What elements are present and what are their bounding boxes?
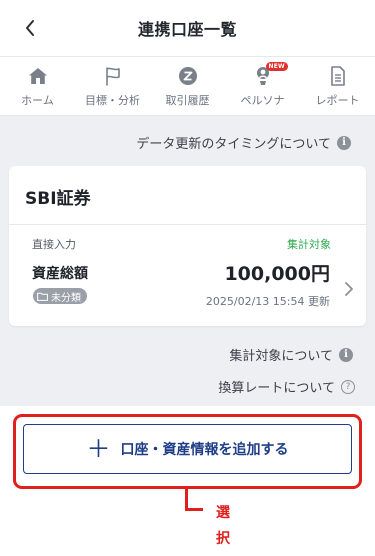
update-timing-link[interactable]: データ更新のタイミングについて i <box>136 133 351 152</box>
nav-bar: ホーム 目標・分析 取引履歴 NEW ペルソナ レポート <box>0 56 375 116</box>
flag-icon <box>102 65 124 87</box>
nav-label: 目標・分析 <box>85 94 140 107</box>
page-title: 連携口座一覧 <box>137 20 237 39</box>
callout-line <box>185 508 203 511</box>
nav-item-home[interactable]: ホーム <box>0 57 75 115</box>
account-card: SBI証券 直接入力 集計対象 資産総額 100,000円 未分類 2025/0… <box>9 166 366 326</box>
nav-item-persona[interactable]: NEW ペルソナ <box>225 57 300 115</box>
new-badge: NEW <box>265 62 288 72</box>
info-icon: i <box>339 347 353 362</box>
aggregation-status: 集計対象 <box>287 238 331 251</box>
callout-label: 選択 <box>216 505 230 547</box>
account-asset-row[interactable]: 直接入力 集計対象 資産総額 100,000円 未分類 2025/02/13 1… <box>9 225 366 325</box>
chevron-left-icon <box>26 20 34 36</box>
header: 連携口座一覧 <box>0 0 375 56</box>
asset-amount: 100,000円 <box>224 263 330 285</box>
update-timing-label: データ更新のタイミングについて <box>136 137 331 152</box>
folder-icon <box>37 292 48 301</box>
add-account-button[interactable]: ＋ 口座・資産情報を追加する <box>23 424 352 474</box>
nav-item-goals[interactable]: 目標・分析 <box>75 57 150 115</box>
nav-item-history[interactable]: 取引履歴 <box>150 57 225 115</box>
person-icon: NEW <box>252 62 288 87</box>
plus-icon: ＋ <box>86 435 111 463</box>
exchange-rate-label: 換算レートについて <box>218 381 335 396</box>
category-tag: 未分類 <box>33 288 87 304</box>
aggregation-info-link[interactable]: 集計対象について i <box>229 345 353 364</box>
nav-label: ペルソナ <box>240 94 285 107</box>
nav-label: 取引履歴 <box>165 94 210 107</box>
home-icon <box>27 65 49 87</box>
nav-item-report[interactable]: レポート <box>300 57 375 115</box>
chevron-right-icon <box>345 282 353 296</box>
document-icon <box>327 65 349 87</box>
exchange-rate-link[interactable]: 換算レートについて ? <box>218 377 355 396</box>
add-account-label: 口座・資産情報を追加する <box>120 442 289 458</box>
asset-total-label: 資産総額 <box>32 266 88 282</box>
zaim-icon <box>177 65 199 87</box>
category-label: 未分類 <box>51 292 81 304</box>
back-button[interactable] <box>16 14 44 42</box>
nav-label: レポート <box>315 94 360 107</box>
info-icon: i <box>337 135 351 150</box>
updated-timestamp: 2025/02/13 15:54 更新 <box>205 295 330 308</box>
account-name: SBI証券 <box>25 189 91 209</box>
input-type-label: 直接入力 <box>32 238 76 251</box>
aggregation-info-label: 集計対象について <box>229 349 333 364</box>
help-icon: ? <box>341 379 355 394</box>
nav-label: ホーム <box>21 94 54 107</box>
